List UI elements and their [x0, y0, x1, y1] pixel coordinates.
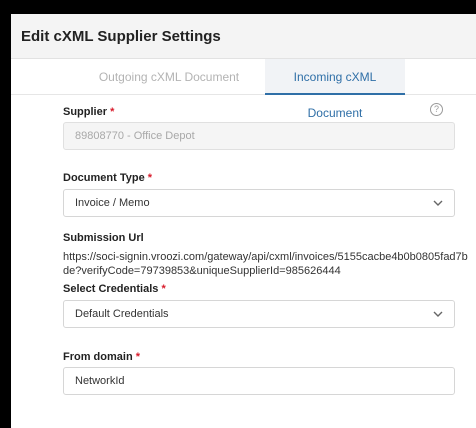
edit-supplier-settings-dialog: Edit cXML Supplier Settings Outgoing cXM… [11, 14, 476, 428]
from-domain-required-mark: * [135, 351, 141, 363]
submission-url-label: Submission Url [63, 232, 144, 244]
from-domain-value: NetworkId [75, 375, 125, 387]
chevron-down-icon [433, 311, 443, 317]
question-circle-icon[interactable]: ? [430, 103, 443, 116]
document-type-select[interactable]: Invoice / Memo [63, 189, 455, 217]
supplier-label-text: Supplier [63, 106, 108, 118]
tab-outgoing-cxml[interactable]: Outgoing cXML Document [73, 59, 265, 95]
chevron-down-icon [433, 200, 443, 206]
dialog-title: Edit cXML Supplier Settings [21, 27, 221, 45]
from-domain-label: From domain * [63, 351, 140, 363]
document-type-label-text: Document Type [63, 172, 145, 184]
credentials-label-text: Select Credentials [63, 283, 159, 295]
tab-incoming-cxml[interactable]: Incoming cXML Document [265, 59, 405, 120]
credentials-select[interactable]: Default Credentials [63, 300, 455, 328]
from-domain-label-text: From domain [63, 351, 133, 363]
dialog-header: Edit cXML Supplier Settings [11, 14, 476, 59]
supplier-value: 89808770 - Office Depot [75, 130, 195, 142]
supplier-label: Supplier * [63, 106, 114, 118]
credentials-label: Select Credentials * [63, 283, 166, 295]
submission-url-value: https://soci-signin.vroozi.com/gateway/a… [63, 251, 468, 277]
document-type-label: Document Type * [63, 172, 152, 184]
supplier-required-mark: * [110, 106, 115, 118]
supplier-field: 89808770 - Office Depot [63, 122, 455, 150]
from-domain-input[interactable]: NetworkId [63, 367, 455, 395]
credentials-value: Default Credentials [75, 308, 169, 320]
document-tabs: Outgoing cXML Document Incoming cXML Doc… [11, 59, 476, 120]
credentials-required-mark: * [161, 283, 166, 295]
document-type-value: Invoice / Memo [75, 197, 150, 209]
document-type-required-mark: * [147, 172, 153, 184]
